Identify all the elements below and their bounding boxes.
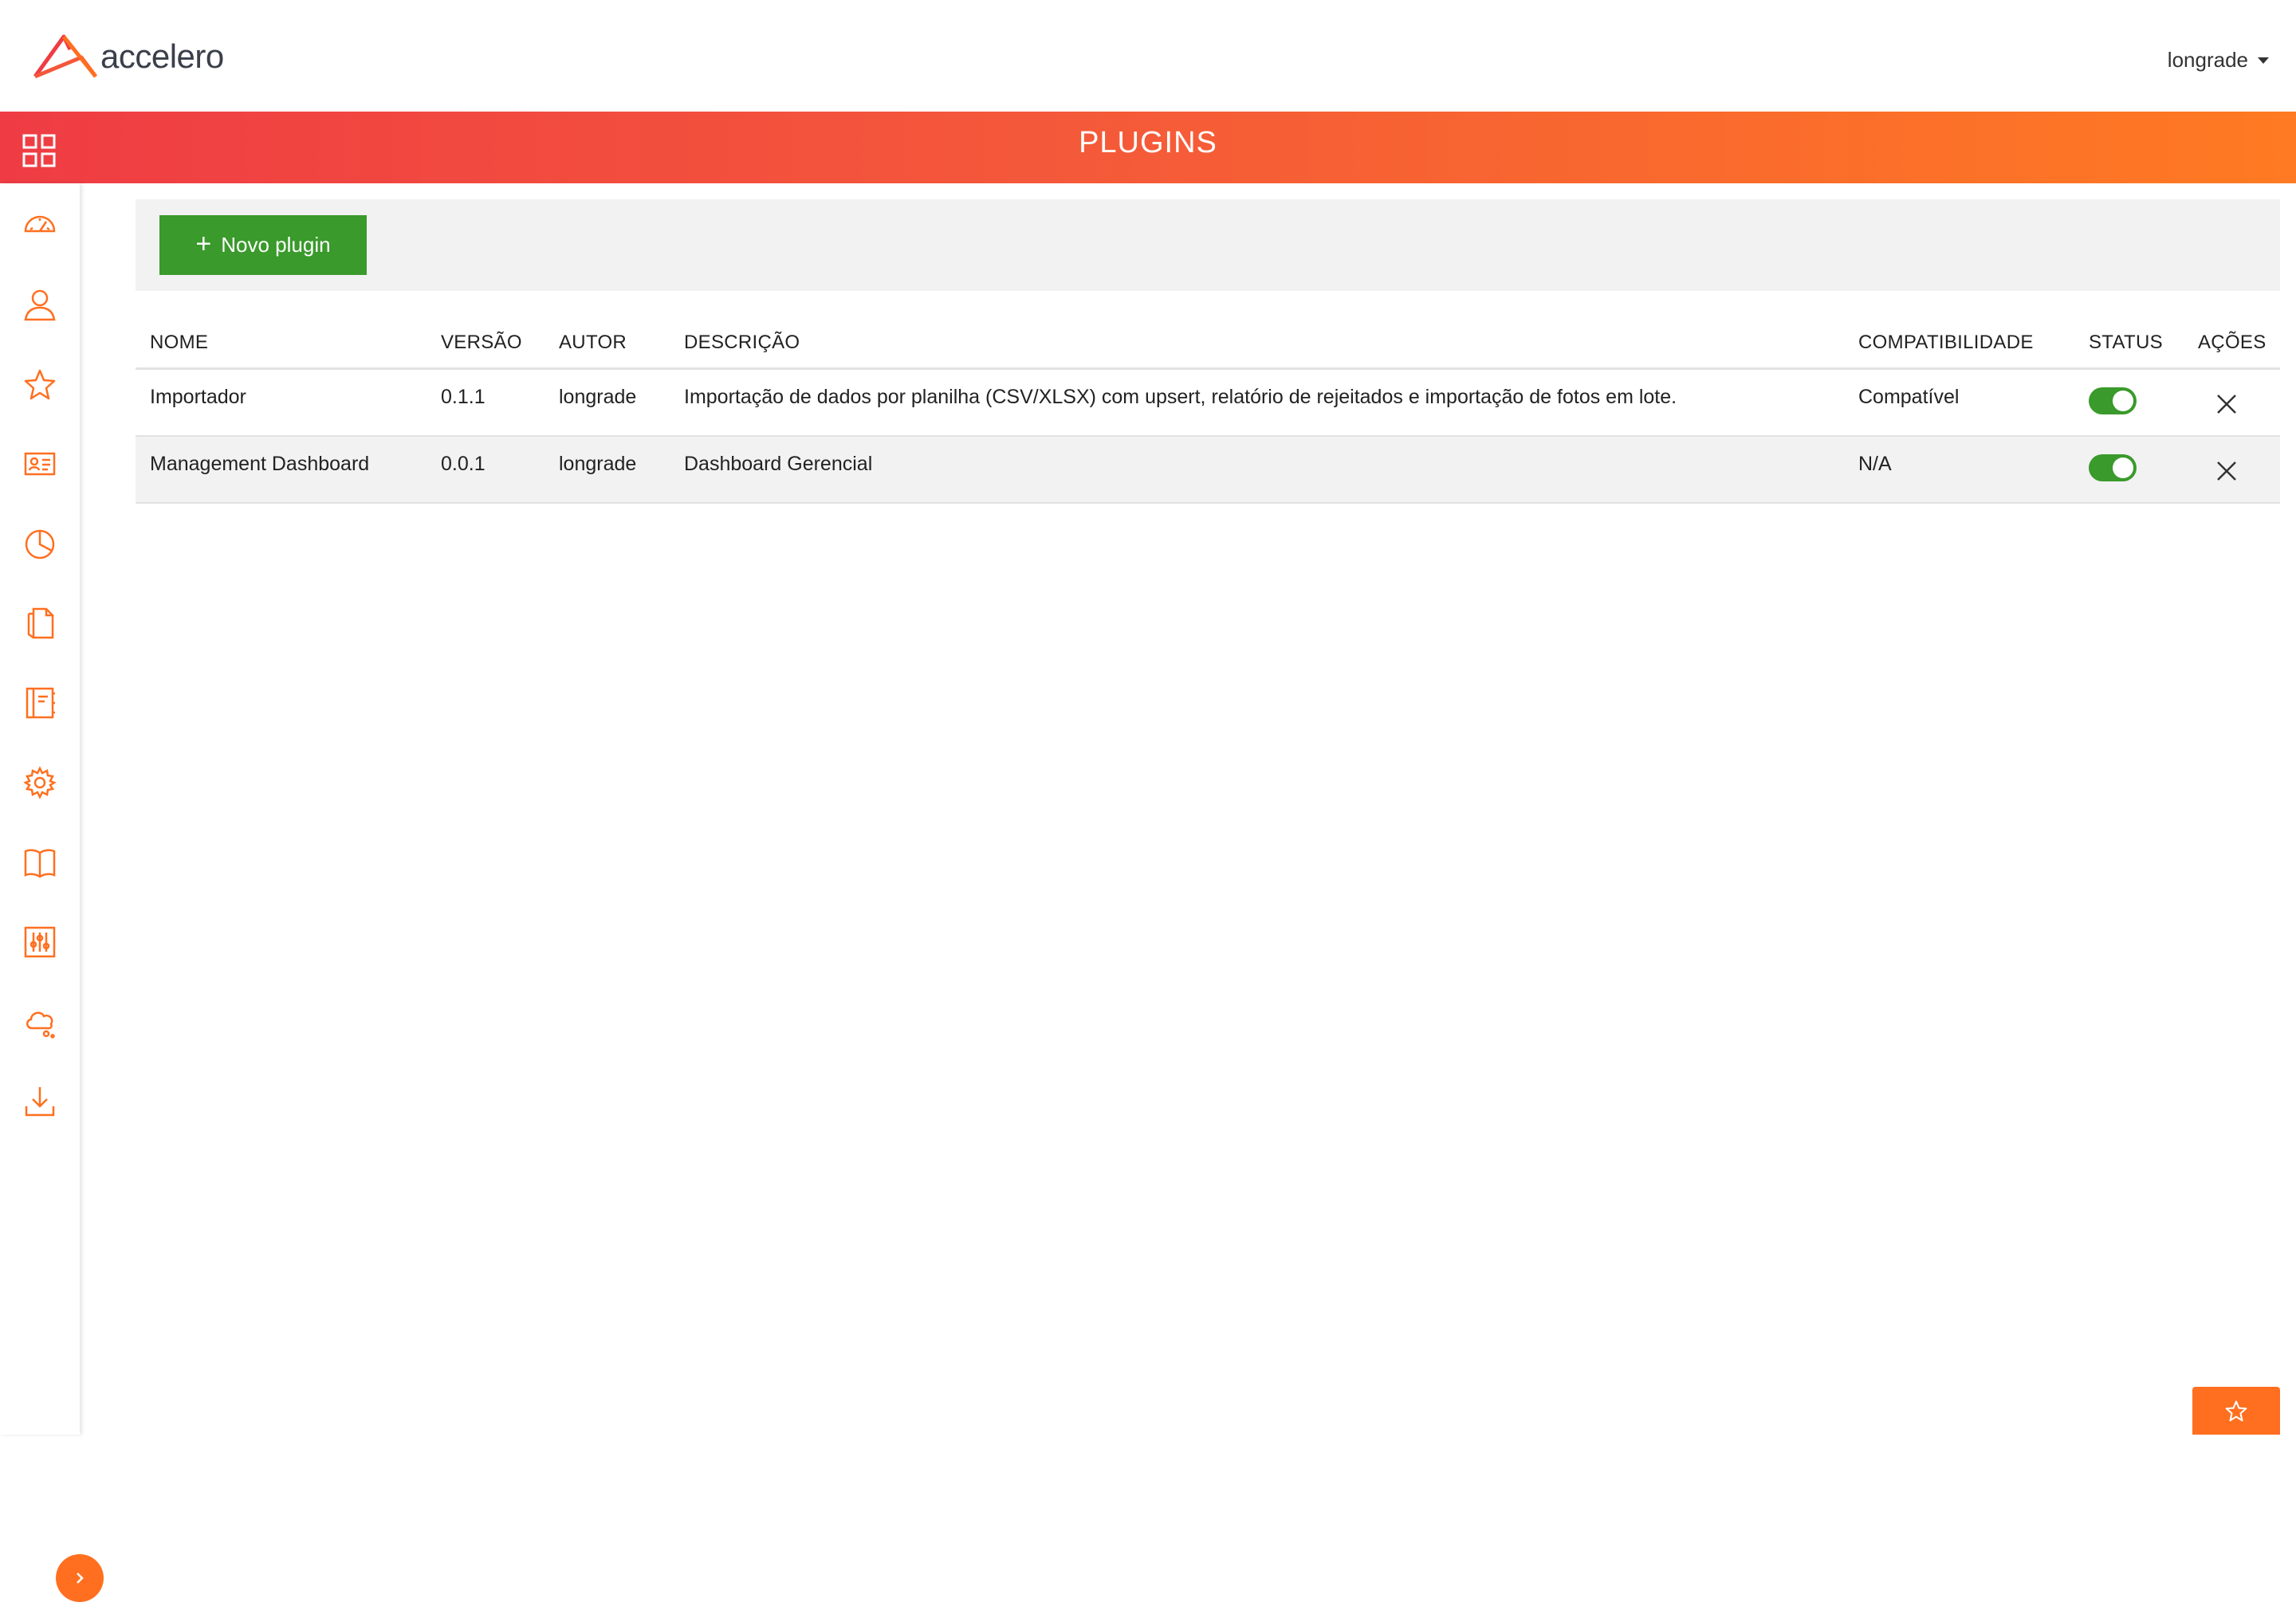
caret-down-icon — [2258, 57, 2269, 64]
book-icon[interactable] — [22, 845, 57, 880]
plugin-version: 0.0.1 — [441, 453, 486, 475]
user-icon[interactable] — [22, 287, 57, 322]
sliders-icon[interactable] — [22, 925, 57, 960]
column-header-compatibilidade[interactable]: COMPATIBILIDADE — [1858, 332, 2034, 354]
id-card-icon[interactable] — [22, 446, 57, 481]
plus-icon: + — [195, 228, 212, 259]
plugin-name: Importador — [150, 386, 246, 408]
logo[interactable]: accelero — [32, 33, 224, 80]
star-icon — [2225, 1400, 2247, 1422]
plugin-description: Dashboard Gerencial — [684, 453, 873, 475]
delete-icon[interactable] — [2215, 459, 2239, 483]
new-plugin-button[interactable]: + Novo plugin — [159, 215, 367, 275]
status-toggle[interactable] — [2089, 454, 2137, 481]
new-plugin-label: Novo plugin — [221, 233, 331, 257]
table-header: NOME VERSÃO AUTOR DESCRIÇÃO COMPATIBILID… — [136, 319, 2280, 370]
plugin-name: Management Dashboard — [150, 453, 370, 475]
page-title: PLUGINS — [1079, 126, 1217, 159]
plugin-compatibility: N/A — [1858, 453, 1892, 475]
pie-chart-icon[interactable] — [22, 526, 57, 561]
favorites-button[interactable] — [2192, 1387, 2280, 1435]
speedometer-icon[interactable] — [22, 207, 57, 242]
cloud-icon[interactable] — [22, 1004, 57, 1039]
plugins-table: NOME VERSÃO AUTOR DESCRIÇÃO COMPATIBILID… — [136, 319, 2280, 504]
table-row[interactable]: Importador 0.1.1 longrade Importação de … — [136, 370, 2280, 437]
column-header-status[interactable]: STATUS — [2089, 332, 2163, 354]
plugin-description: Importação de dados por planilha (CSV/XL… — [684, 386, 1677, 408]
sidebar — [0, 183, 104, 1602]
expand-sidebar-button[interactable] — [56, 1554, 104, 1602]
column-header-descricao[interactable]: DESCRIÇÃO — [684, 332, 800, 354]
username: longrade — [2167, 48, 2248, 72]
page-banner: PLUGINS — [0, 112, 2296, 183]
plugin-compatibility: Compatível — [1858, 386, 1960, 408]
notebook-icon[interactable] — [22, 685, 57, 721]
logo-text: accelero — [100, 37, 224, 75]
plugin-author: longrade — [559, 386, 637, 408]
user-menu[interactable]: longrade — [2168, 48, 2269, 73]
chevron-right-icon — [77, 1573, 84, 1584]
status-toggle[interactable] — [2089, 387, 2137, 414]
delete-icon[interactable] — [2215, 392, 2239, 416]
star-icon[interactable] — [22, 367, 57, 402]
plugin-author: longrade — [559, 453, 637, 475]
documents-icon[interactable] — [22, 606, 57, 641]
column-header-nome[interactable]: NOME — [150, 332, 208, 354]
plugin-version: 0.1.1 — [441, 386, 486, 408]
column-header-acoes: AÇÕES — [2198, 332, 2267, 353]
column-header-autor[interactable]: AUTOR — [559, 332, 627, 354]
toolbar: + Novo plugin — [136, 199, 2280, 291]
column-header-versao[interactable]: VERSÃO — [441, 332, 522, 354]
table-row[interactable]: Management Dashboard 0.0.1 longrade Dash… — [136, 437, 2280, 504]
accelero-logo-icon — [33, 34, 97, 79]
top-bar: accelero longrade — [0, 0, 2296, 112]
gear-icon[interactable] — [22, 765, 57, 800]
download-icon[interactable] — [22, 1084, 57, 1119]
